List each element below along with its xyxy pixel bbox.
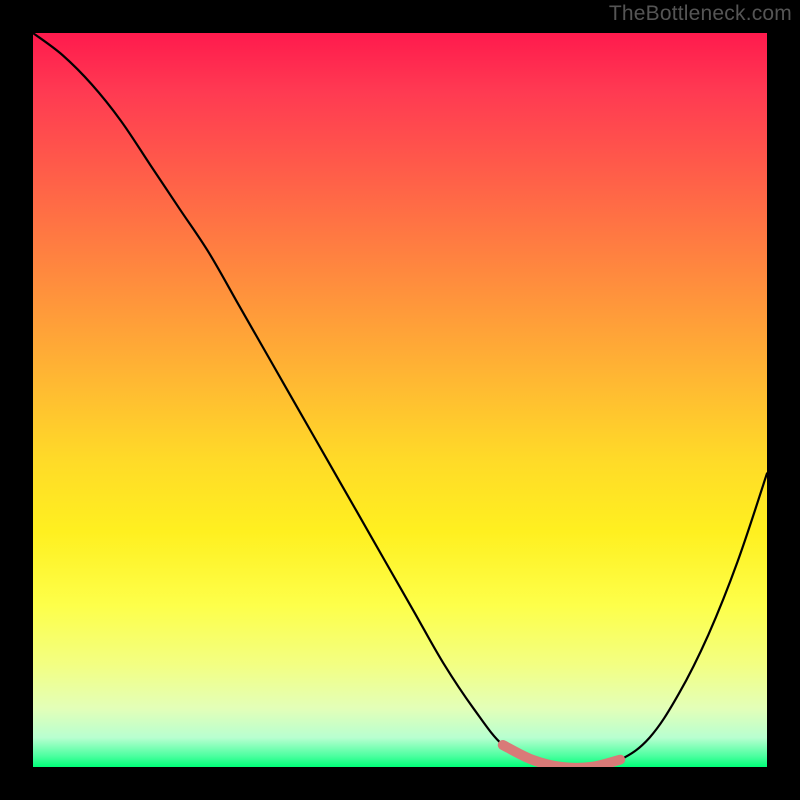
bottleneck-curve	[33, 33, 767, 767]
plot-area	[33, 33, 767, 767]
watermark-label: TheBottleneck.com	[609, 2, 792, 26]
